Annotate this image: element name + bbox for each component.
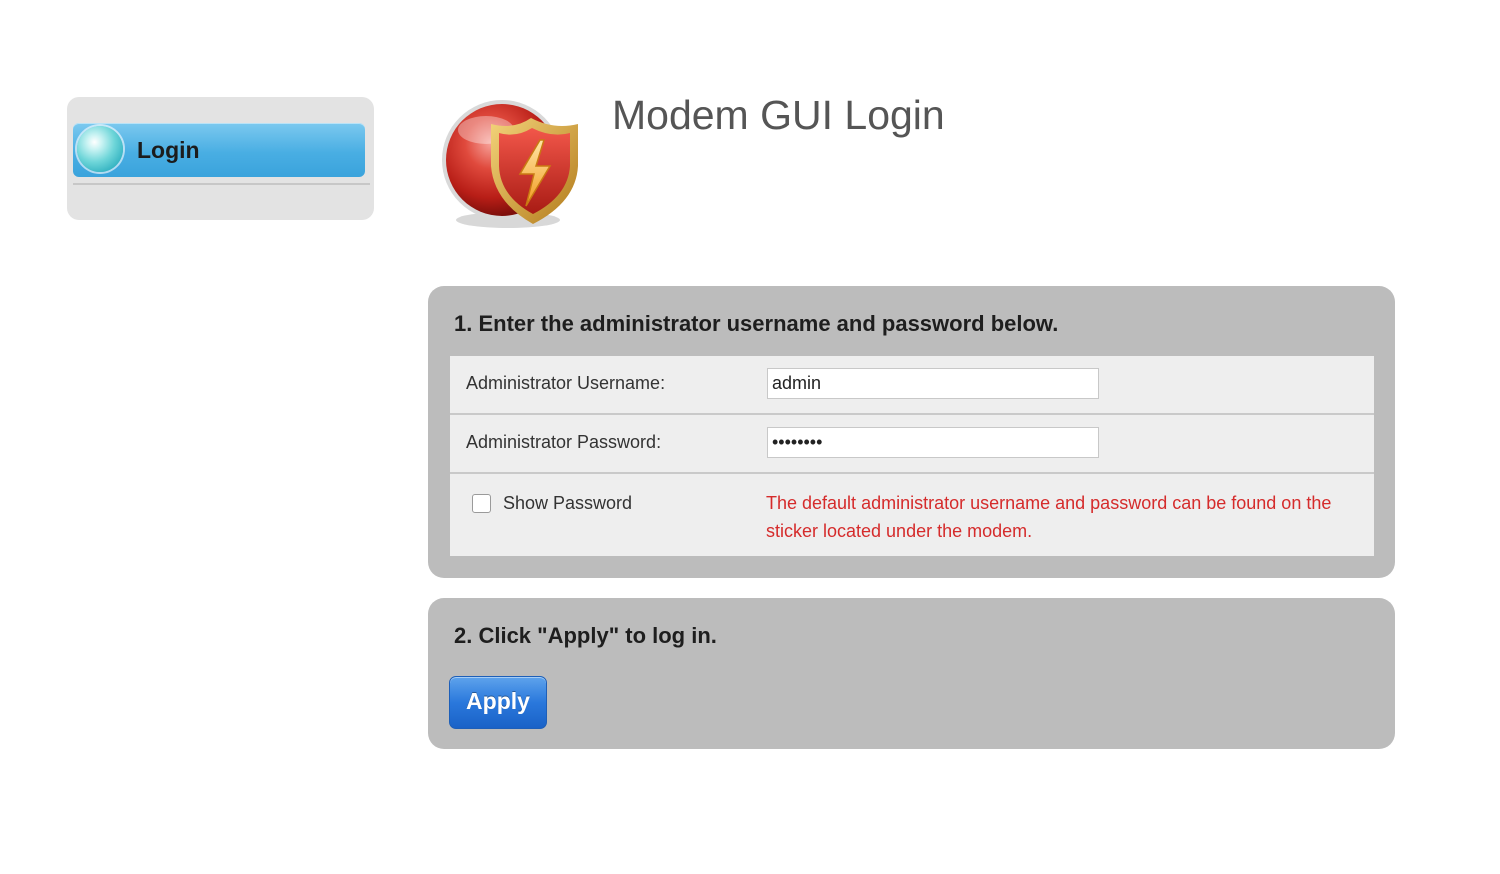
show-password-label[interactable]: Show Password <box>503 493 632 514</box>
username-row: Administrator Username: <box>450 356 1374 415</box>
sidebar-item-label: Login <box>137 137 200 163</box>
step-1-title: 1. Enter the administrator username and … <box>454 311 1059 336</box>
username-label: Administrator Username: <box>466 373 666 393</box>
apply-button[interactable]: Apply <box>449 676 547 729</box>
sidebar-divider <box>73 183 370 185</box>
default-credentials-hint: The default administrator username and p… <box>766 493 1332 541</box>
password-input[interactable] <box>767 427 1099 458</box>
credentials-panel: 1. Enter the administrator username and … <box>428 286 1395 578</box>
shield-lightning-icon <box>436 96 586 232</box>
username-input[interactable] <box>767 368 1099 399</box>
step-2-title: 2. Click "Apply" to log in. <box>454 623 717 648</box>
sidebar: Login <box>67 97 374 220</box>
password-label: Administrator Password: <box>466 432 662 452</box>
orb-icon <box>77 126 123 172</box>
page-title: Modem GUI Login <box>612 92 945 138</box>
apply-panel: 2. Click "Apply" to log in. Apply <box>428 598 1395 749</box>
show-password-row: Show Password The default administrator … <box>450 474 1374 556</box>
show-password-checkbox[interactable] <box>472 494 491 513</box>
sidebar-item-login[interactable]: Login <box>73 123 365 177</box>
credentials-form: Administrator Username: Administrator Pa… <box>450 356 1374 556</box>
password-row: Administrator Password: <box>450 415 1374 474</box>
